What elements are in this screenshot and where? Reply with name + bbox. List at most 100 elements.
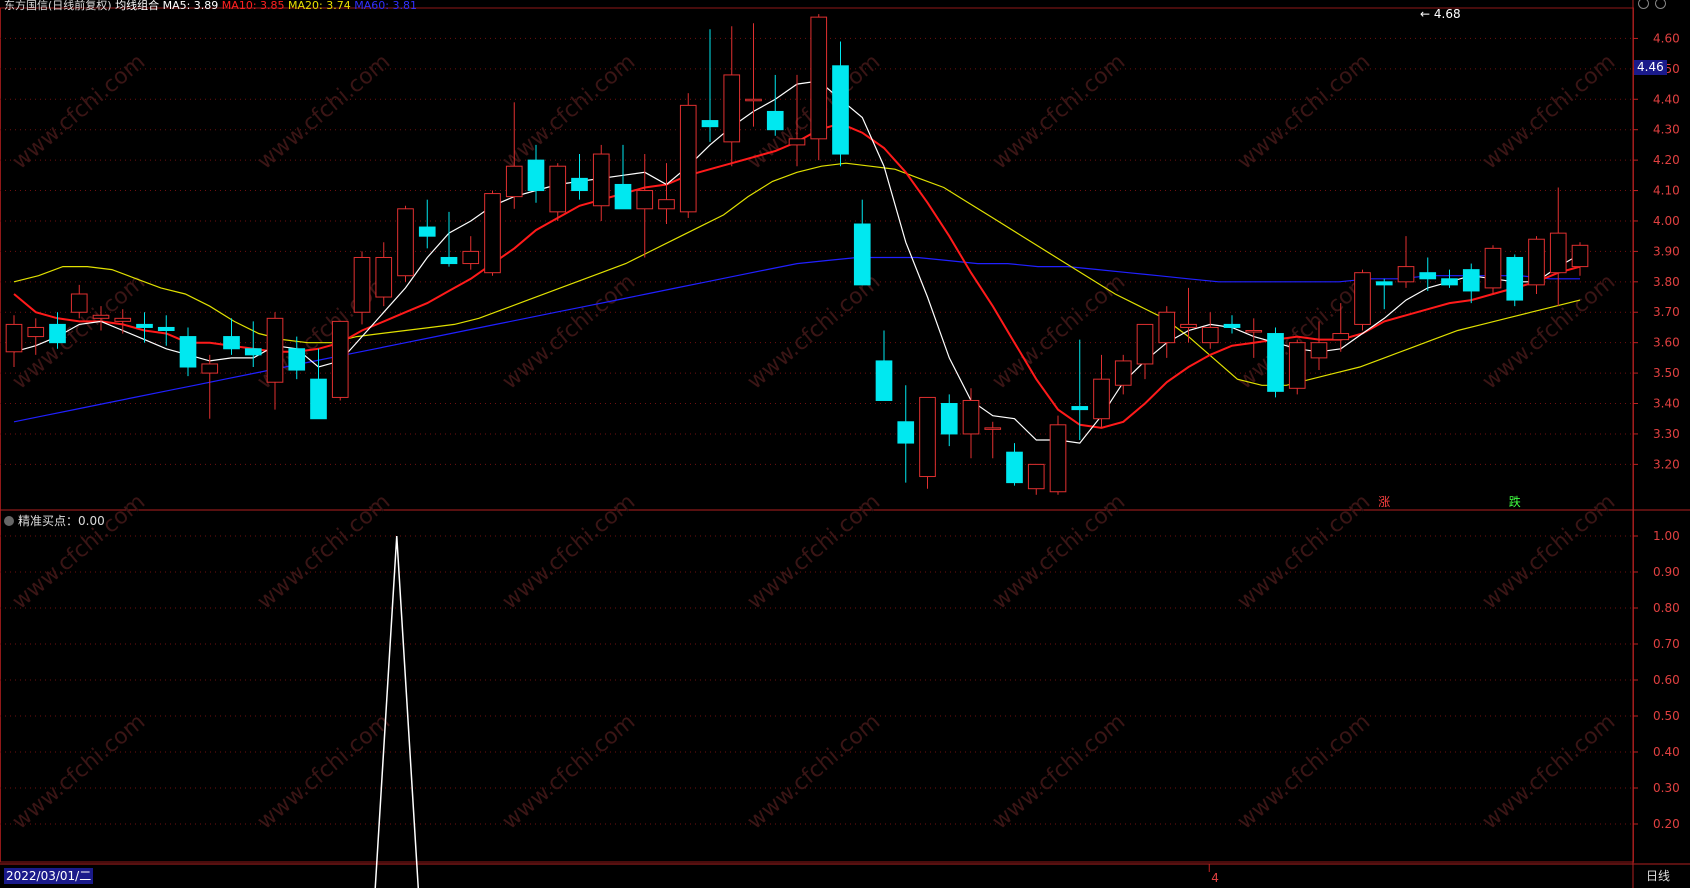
candle-body <box>331 320 349 398</box>
candle-body <box>1506 256 1524 301</box>
candle-body <box>701 120 719 128</box>
price-axis: 3.20 3.30 3.40 3.50 3.60 3.70 3.80 3.90 4.00 4.10… <box>1633 31 1680 831</box>
candle-body <box>1288 342 1306 389</box>
indicator-label: 精准买点：0.00 <box>18 514 105 528</box>
candle-body <box>288 348 306 371</box>
candle <box>571 154 588 200</box>
candle <box>897 385 915 483</box>
candle-body <box>1332 333 1350 341</box>
watermark-text: www.cfchi.com <box>743 489 885 614</box>
candle <box>1027 463 1045 495</box>
signal-marker: 跌 <box>1509 494 1521 509</box>
stock-chart-canvas[interactable]: 456 www.cfchi.comwww.cfchi.comwww.cfchi.… <box>0 0 1690 888</box>
candle-body <box>832 65 849 155</box>
watermark-text: www.cfchi.com <box>743 269 885 394</box>
candle <box>179 327 197 377</box>
candle-body <box>223 336 240 350</box>
period-label[interactable]: 日线 <box>1646 868 1670 884</box>
candle-body <box>1114 360 1132 386</box>
indicator-tick-label: 0.60 <box>1653 673 1680 687</box>
month-tick-label: 4 <box>1211 871 1219 885</box>
collapse-icon[interactable] <box>4 515 14 526</box>
price-tick-label: 4.60 <box>1653 31 1680 45</box>
candle <box>1549 187 1567 307</box>
price-tick-label: 3.70 <box>1653 305 1680 319</box>
ma-legend-item: MA20: 3.74 <box>284 0 351 12</box>
watermark-text: www.cfchi.com <box>743 709 885 834</box>
candle <box>940 394 958 447</box>
watermark-text: www.cfchi.com <box>1233 49 1375 174</box>
chart-header: 东方国信(日线前复权) 均线组合 MA5: 3.89 MA10: 3.85 MA… <box>4 0 417 13</box>
current-price-tag: 4.46 <box>1634 60 1667 75</box>
watermark-text: www.cfchi.com <box>1478 709 1620 834</box>
candle-body <box>723 74 741 143</box>
candle-body <box>201 363 219 374</box>
candle <box>745 23 762 127</box>
stock-title: 东方国信(日线前复权) <box>4 0 112 12</box>
candle-body <box>27 326 45 338</box>
candle-body <box>571 177 588 192</box>
price-tick-label: 3.90 <box>1653 244 1680 258</box>
candle <box>1201 312 1219 349</box>
ma-legend-item: MA60: 3.81 <box>350 0 417 12</box>
candle <box>1093 354 1110 428</box>
ma-legend-item: 均线组合 MA5: 3.89 <box>115 0 219 12</box>
indicator-header: 精准买点：0.00 <box>4 512 105 529</box>
candle-body <box>1071 406 1089 411</box>
window-controls <box>1638 0 1666 9</box>
candle-body <box>5 323 23 353</box>
candle-body <box>1093 378 1110 420</box>
candle <box>962 388 980 459</box>
candle-body <box>1158 311 1176 344</box>
indicator-tick-label: 0.80 <box>1653 601 1680 615</box>
price-tick-label: 3.40 <box>1653 397 1680 411</box>
candle-body <box>810 16 828 140</box>
candle-body <box>592 153 610 207</box>
candle-body <box>1027 463 1045 490</box>
candle-body <box>1528 238 1545 286</box>
candle-body <box>614 183 632 210</box>
candle <box>5 315 23 368</box>
settings-icon[interactable] <box>1638 0 1649 9</box>
candle-body <box>745 98 762 102</box>
candle-body <box>788 138 806 146</box>
price-tick-label: 4.30 <box>1653 123 1680 137</box>
watermark-text: www.cfchi.com <box>988 489 1130 614</box>
candle <box>418 199 436 249</box>
candle <box>1180 287 1197 343</box>
candle <box>1397 236 1415 288</box>
candle <box>853 199 871 286</box>
candle-body <box>1549 232 1567 274</box>
candle-body <box>1201 326 1219 344</box>
candle-body <box>440 256 458 265</box>
candle <box>266 312 284 410</box>
close-icon[interactable] <box>1655 0 1666 9</box>
candle <box>1354 269 1371 331</box>
candle <box>1506 254 1524 307</box>
candle-body <box>1049 424 1067 493</box>
candle-body <box>462 250 480 265</box>
watermark-layer: www.cfchi.com www.cfchi.com www.cfchi.com w… <box>8 49 1620 834</box>
candle-body <box>1419 272 1437 280</box>
indicator-tick-label: 1.00 <box>1653 529 1680 543</box>
watermark-text: www.cfchi.com <box>1478 49 1620 174</box>
candle <box>1288 339 1306 395</box>
candle-body <box>1267 333 1284 392</box>
candle <box>201 354 219 419</box>
candle <box>484 190 501 276</box>
price-tick-label: 4.10 <box>1653 184 1680 198</box>
price-tick-label: 3.50 <box>1653 366 1680 380</box>
candle-body <box>92 314 110 319</box>
signal-marker: 涨 <box>1378 494 1390 509</box>
candle <box>592 144 610 221</box>
watermark-text: www.cfchi.com <box>253 489 395 614</box>
candle-body <box>353 256 371 313</box>
price-tick-label: 4.00 <box>1653 214 1680 228</box>
watermark-text: www.cfchi.com <box>498 709 640 834</box>
candle-body <box>375 256 393 298</box>
candle-body <box>397 208 414 277</box>
candle <box>1267 327 1284 398</box>
candle-body <box>766 110 784 131</box>
candle-body <box>527 159 545 192</box>
candle-body <box>157 326 175 331</box>
